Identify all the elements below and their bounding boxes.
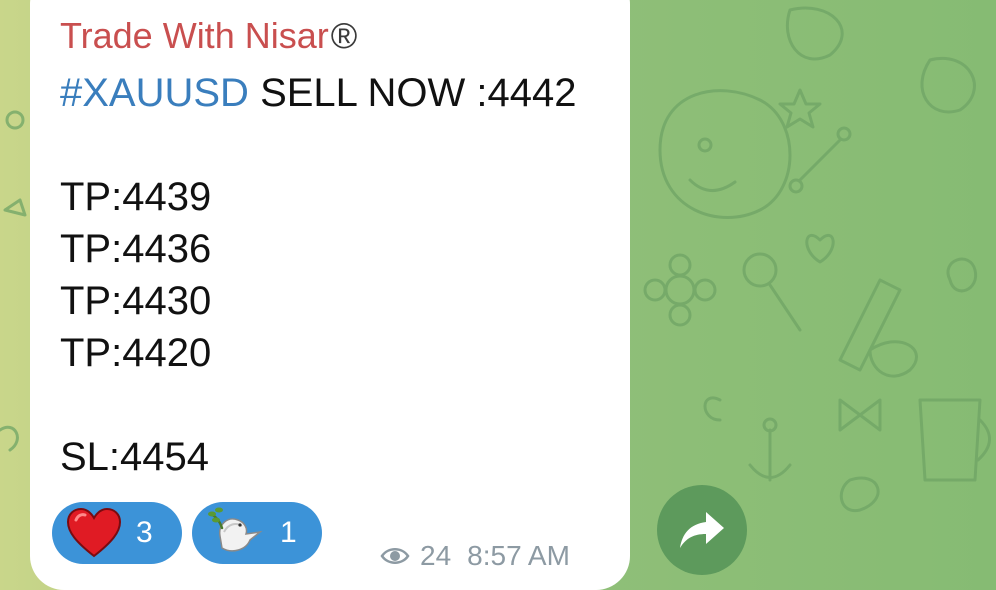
view-count: 24	[420, 540, 452, 571]
take-profit-1: TP:4439	[60, 175, 212, 219]
forward-arrow-icon	[680, 512, 724, 548]
headline-text: SELL NOW :4442	[248, 71, 577, 115]
reaction-dove[interactable]: 1	[192, 502, 322, 564]
take-profit-3: TP:4430	[60, 279, 212, 323]
registered-mark: ®	[330, 15, 358, 56]
dove-icon	[208, 507, 263, 552]
hashtag-link[interactable]: #XAUUSD	[60, 71, 249, 115]
message-meta: 24 8:57 AM	[380, 540, 570, 572]
eye-icon	[380, 548, 410, 564]
heart-icon	[66, 508, 122, 558]
stop-loss: SL:4454	[60, 435, 210, 479]
message-time: 8:57 AM	[467, 540, 570, 571]
forward-button[interactable]	[657, 485, 747, 575]
take-profit-4: TP:4420	[60, 331, 212, 375]
channel-name[interactable]: Trade With Nisar®	[60, 14, 357, 58]
reaction-heart-count: 3	[136, 516, 153, 549]
reaction-dove-count: 1	[280, 516, 297, 549]
take-profit-2: TP:4436	[60, 227, 212, 271]
signal-headline: #XAUUSD SELL NOW :4442	[60, 68, 577, 118]
channel-name-text: Trade With Nisar	[60, 15, 329, 56]
reaction-heart[interactable]: 3	[52, 502, 182, 564]
